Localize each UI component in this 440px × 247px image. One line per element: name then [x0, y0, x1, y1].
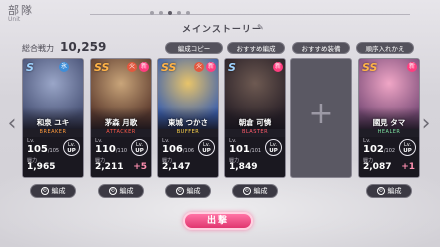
power-value: 2,087 — [363, 162, 392, 172]
party-dot[interactable] — [150, 11, 154, 15]
member-card[interactable]: SS 新 國見 タマ HEALER Lv. 102/102 Lv. UP 戦力 2… — [358, 58, 420, 178]
screen-title: 部隊 Unit — [0, 0, 80, 30]
element-icon: 氷 — [59, 62, 69, 72]
next-party-arrow-icon[interactable]: › — [420, 110, 432, 138]
new-badge: 新 — [273, 62, 283, 72]
rarity-badge: S — [228, 61, 236, 74]
power-bonus: +5 — [133, 162, 147, 172]
character-name: 朝倉 可憐 — [238, 118, 272, 127]
level-max: /106 — [182, 148, 195, 154]
level-value: 110/110 — [95, 144, 127, 155]
character-role: BUFFER — [176, 129, 200, 135]
new-badge: 新 — [407, 62, 417, 72]
power-bonus: +1 — [401, 162, 415, 172]
edit-member-label: 編成 — [186, 187, 201, 195]
character-role: HEALER — [377, 129, 401, 135]
element-icon: 火 — [127, 62, 137, 72]
level-up-bottom: UP — [67, 148, 76, 154]
sortie-button[interactable]: 出撃 — [183, 212, 253, 230]
add-member-plus-icon: + — [308, 96, 334, 131]
edit-pencil-icon[interactable]: ✎ — [257, 24, 265, 32]
power-value: 1,965 — [27, 162, 56, 172]
edit-member-label: 編成 — [387, 187, 402, 195]
level-number: 110 — [95, 144, 116, 155]
level-up-button[interactable]: Lv. UP — [63, 139, 80, 156]
level-max: /110 — [115, 148, 128, 154]
level-up-bottom: UP — [202, 148, 211, 154]
level-number: 101 — [229, 144, 250, 155]
new-badge: 新 — [139, 62, 149, 72]
member-card[interactable]: S 氷 和泉 ユキ BREAKER Lv. 105/105 Lv. UP 戦力 1… — [22, 58, 84, 178]
edit-member-button[interactable]: ⟲ 編成 — [98, 184, 144, 198]
edit-member-button[interactable]: ⟲ 編成 — [232, 184, 278, 198]
character-role: BLASTER — [241, 129, 269, 135]
power-value: 2,211 — [95, 162, 124, 172]
empty-member-slot[interactable]: + — [290, 58, 352, 178]
swap-icon: ⟲ — [108, 187, 117, 195]
level-value: 102/102 — [363, 144, 395, 155]
character-role: BREAKER — [39, 129, 67, 135]
swap-icon: ⟲ — [242, 187, 251, 195]
member-card[interactable]: SS 火 新 東城 つかさ BUFFER Lv. 106/106 Lv. UP 戦… — [157, 58, 219, 178]
power-value: 1,849 — [229, 162, 258, 172]
edit-member-button[interactable]: ⟲ 編成 — [366, 184, 412, 198]
rarity-badge: S — [26, 61, 34, 74]
element-icon: 火 — [194, 62, 204, 72]
level-max: /102 — [383, 148, 396, 154]
total-power-value: 10,259 — [60, 40, 107, 54]
rarity-badge: SS — [362, 61, 378, 74]
member-card[interactable]: SS 火 新 茅森 月歌 ATTACKER Lv. 110/110 Lv. UP … — [90, 58, 152, 178]
member-card[interactable]: S 新 朝倉 可憐 BLASTER Lv. 101/101 Lv. UP 戦力 1… — [224, 58, 286, 178]
level-up-button[interactable]: Lv. UP — [131, 139, 148, 156]
unit-screen: 部隊 Unit メインストーリー ✎ 総合戦力 10,259 編成コピー おすす… — [0, 0, 440, 247]
recommend-equip-button[interactable]: おすすめ装備 — [292, 42, 350, 54]
character-name: 茅森 月歌 — [104, 118, 138, 127]
edit-copy-button[interactable]: 編成コピー — [165, 42, 223, 54]
character-name: 和泉 ユキ — [36, 118, 70, 127]
character-role: ATTACKER — [106, 129, 136, 135]
edit-member-button[interactable]: ⟲ 編成 — [165, 184, 211, 198]
rarity-badge: SS — [161, 61, 177, 74]
level-value: 101/101 — [229, 144, 261, 155]
level-up-bottom: UP — [403, 148, 412, 154]
character-name: 東城 つかさ — [167, 118, 209, 127]
power-value: 2,147 — [162, 162, 191, 172]
level-up-button[interactable]: Lv. UP — [265, 139, 282, 156]
level-up-button[interactable]: Lv. UP — [399, 139, 416, 156]
prev-party-arrow-icon[interactable]: ‹ — [6, 110, 18, 138]
edit-member-label: 編成 — [119, 187, 134, 195]
rarity-badge: SS — [94, 61, 110, 74]
new-badge: 新 — [206, 62, 216, 72]
header-divider — [90, 14, 410, 15]
level-value: 105/105 — [27, 144, 59, 155]
total-power-label: 総合戦力 — [22, 44, 54, 53]
total-power: 総合戦力 10,259 — [22, 40, 106, 54]
party-dot[interactable] — [159, 11, 163, 15]
level-up-bottom: UP — [269, 148, 278, 154]
character-name: 國見 タマ — [372, 118, 406, 127]
level-max: /101 — [249, 148, 262, 154]
party-page-indicator[interactable] — [150, 11, 190, 15]
level-up-button[interactable]: Lv. UP — [198, 139, 215, 156]
swap-icon: ⟲ — [376, 187, 385, 195]
level-number: 105 — [27, 144, 48, 155]
level-up-bottom: UP — [135, 148, 144, 154]
edit-member-label: 編成 — [253, 187, 268, 195]
party-dot[interactable] — [177, 11, 181, 15]
level-value: 106/106 — [162, 144, 194, 155]
swap-icon: ⟲ — [175, 187, 184, 195]
party-dot[interactable] — [168, 11, 172, 15]
party-name[interactable]: メインストーリー — [182, 22, 262, 35]
edit-member-button[interactable]: ⟲ 編成 — [30, 184, 76, 198]
level-max: /105 — [47, 148, 60, 154]
party-dot[interactable] — [186, 11, 190, 15]
recommend-party-button[interactable]: おすすめ編成 — [227, 42, 285, 54]
screen-subtitle: Unit — [8, 16, 21, 23]
edit-member-label: 編成 — [51, 187, 66, 195]
reorder-button[interactable]: 順序入れかえ — [356, 42, 414, 54]
level-number: 102 — [363, 144, 384, 155]
level-number: 106 — [162, 144, 183, 155]
swap-icon: ⟲ — [40, 187, 49, 195]
